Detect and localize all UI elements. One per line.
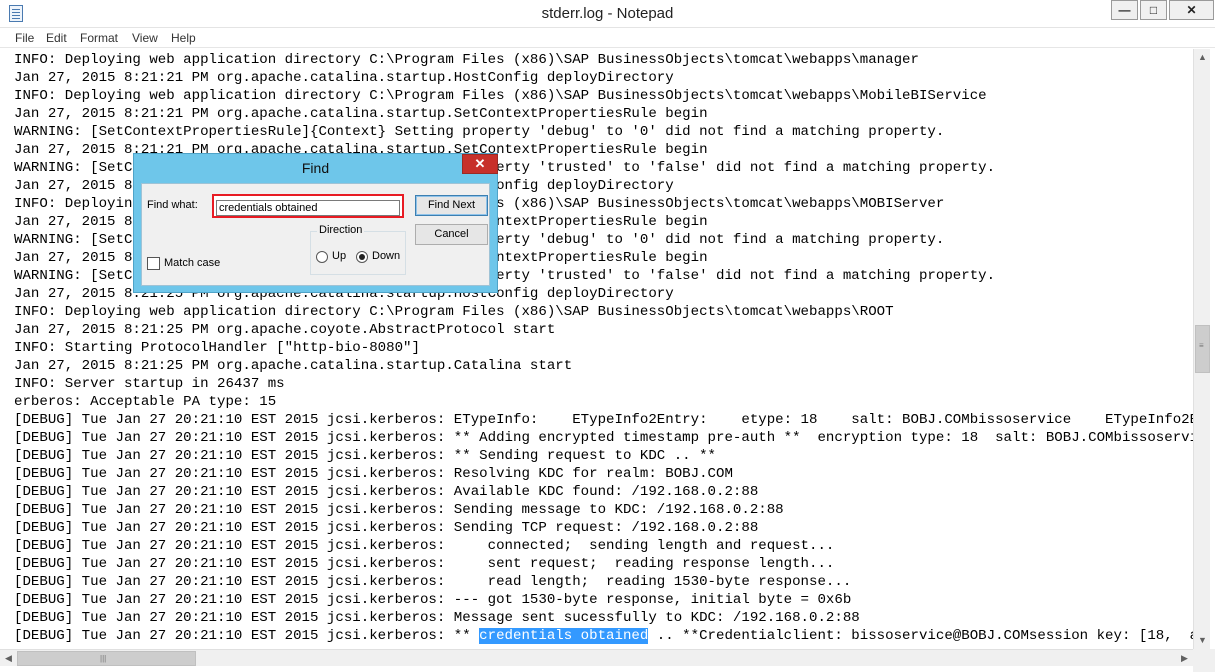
log-line: Jan 27, 2015 8:21:21 PM org.apache.catal…: [14, 106, 708, 122]
direction-group: Direction Up Down: [310, 224, 406, 275]
horizontal-scroll-thumb[interactable]: |||: [17, 651, 196, 666]
maximize-button[interactable]: □: [1140, 0, 1167, 20]
menu-help[interactable]: Help: [171, 31, 196, 45]
log-line: Jan 27, 2015 8:21:25 PM org.apache.catal…: [14, 358, 573, 374]
scroll-up-arrow-icon[interactable]: ▲: [1194, 49, 1211, 66]
find-dialog-close-button[interactable]: ✕: [462, 154, 498, 174]
cancel-button[interactable]: Cancel: [415, 224, 488, 245]
match-case-checkbox[interactable]: [147, 257, 160, 270]
log-line: [DEBUG] Tue Jan 27 20:21:10 EST 2015 jcs…: [14, 448, 716, 464]
find-what-input[interactable]: [216, 200, 400, 216]
log-line: INFO: Starting ProtocolHandler ["http-bi…: [14, 340, 420, 356]
direction-up-radio[interactable]: [316, 251, 328, 263]
window-border: [1210, 49, 1215, 649]
log-line: Jan 27, 2015 8:21:21 PM org.apache.catal…: [14, 70, 674, 86]
log-line: INFO: Deploying web application director…: [14, 304, 894, 320]
log-line: WARNING: [SetContextPropertiesRule]{Cont…: [14, 124, 945, 140]
direction-down-label: Down: [372, 250, 401, 262]
scroll-right-arrow-icon[interactable]: ▶: [1176, 650, 1193, 667]
log-line: [DEBUG] Tue Jan 27 20:21:10 EST 2015 jcs…: [14, 556, 835, 572]
log-line: [DEBUG] Tue Jan 27 20:21:10 EST 2015 jcs…: [14, 484, 759, 500]
log-line-suffix: .. **Credentialclient: bissoservice@BOBJ…: [648, 628, 1193, 644]
log-line: [DEBUG] Tue Jan 27 20:21:10 EST 2015 jcs…: [14, 592, 852, 608]
direction-up-label: Up: [332, 250, 347, 262]
menu-bar: File Edit Format View Help: [0, 28, 1215, 48]
horizontal-scrollbar[interactable]: ◀ ||| ▶: [0, 649, 1193, 666]
find-dialog-title: Find: [301, 160, 330, 176]
log-line: [DEBUG] Tue Jan 27 20:21:10 EST 2015 jcs…: [14, 610, 860, 626]
direction-label: Direction: [317, 224, 365, 236]
menu-file[interactable]: File: [15, 31, 34, 45]
log-line: INFO: Deploying web application director…: [14, 52, 919, 68]
menu-view[interactable]: View: [132, 31, 158, 45]
find-what-label: Find what:: [147, 199, 198, 211]
scrollbar-corner: [1193, 649, 1215, 672]
vertical-scrollbar[interactable]: ▲ ≡ ▼: [1193, 49, 1210, 649]
menu-format[interactable]: Format: [80, 31, 118, 45]
find-next-button[interactable]: Find Next: [415, 195, 488, 216]
title-bar: stderr.log - Notepad — □ ✕: [0, 0, 1215, 28]
close-button[interactable]: ✕: [1169, 0, 1214, 20]
find-dialog: Find ✕ Find what: Find Next Cancel Direc…: [133, 153, 498, 293]
log-line: [DEBUG] Tue Jan 27 20:21:10 EST 2015 jcs…: [14, 430, 1193, 446]
log-line: [DEBUG] Tue Jan 27 20:21:10 EST 2015 jcs…: [14, 538, 835, 554]
window-border: [0, 666, 1193, 672]
grip-icon: |||: [100, 654, 107, 663]
find-what-field-highlight: [212, 194, 404, 218]
log-line: INFO: Deploying web application director…: [14, 88, 987, 104]
find-dialog-body: Find what: Find Next Cancel Direction Up…: [141, 183, 490, 286]
log-line: [DEBUG] Tue Jan 27 20:21:10 EST 2015 jcs…: [14, 520, 759, 536]
direction-down-radio[interactable]: [356, 251, 368, 263]
log-line: INFO: Server startup in 26437 ms: [14, 376, 285, 392]
grip-icon: ≡: [1199, 341, 1204, 350]
selected-match-text: credentials obtained: [479, 628, 649, 644]
log-line: erberos: Acceptable PA type: 15: [14, 394, 277, 410]
log-line: Jan 27, 2015 8:21:25 PM org.apache.coyot…: [14, 322, 556, 338]
text-editor[interactable]: INFO: Deploying web application director…: [0, 49, 1193, 649]
window-title: stderr.log - Notepad: [541, 5, 674, 22]
minimize-button[interactable]: —: [1111, 0, 1138, 20]
log-line: [DEBUG] Tue Jan 27 20:21:10 EST 2015 jcs…: [14, 412, 1193, 428]
match-case-label: Match case: [164, 257, 221, 269]
log-line: [DEBUG] Tue Jan 27 20:21:10 EST 2015 jcs…: [14, 574, 852, 590]
vertical-scroll-thumb[interactable]: ≡: [1195, 325, 1210, 373]
log-line: [DEBUG] Tue Jan 27 20:21:10 EST 2015 jcs…: [14, 466, 733, 482]
scroll-left-arrow-icon[interactable]: ◀: [0, 650, 17, 667]
log-line-with-selection: [DEBUG] Tue Jan 27 20:21:10 EST 2015 jcs…: [14, 627, 1193, 645]
menu-edit[interactable]: Edit: [46, 31, 67, 45]
log-line: [DEBUG] Tue Jan 27 20:21:10 EST 2015 jcs…: [14, 502, 784, 518]
scroll-down-arrow-icon[interactable]: ▼: [1194, 632, 1211, 649]
log-line-prefix: [DEBUG] Tue Jan 27 20:21:10 EST 2015 jcs…: [14, 628, 480, 644]
